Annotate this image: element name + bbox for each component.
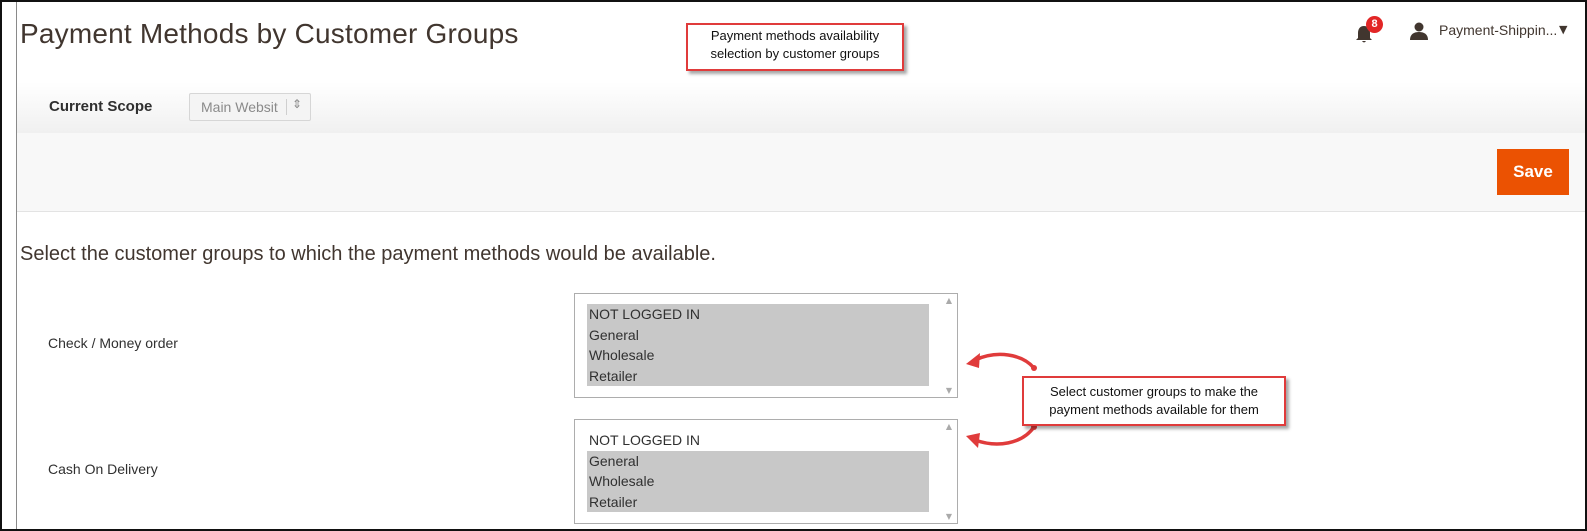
payment-method-label: Cash On Delivery <box>48 461 158 477</box>
option-list: NOT LOGGED IN General Wholesale Retailer <box>587 430 929 512</box>
scope-switcher[interactable]: Main Websit ⇕ <box>189 93 311 121</box>
option-general[interactable]: General <box>587 324 929 345</box>
option-list: NOT LOGGED IN General Wholesale Retailer <box>587 304 929 386</box>
callout-line: selection by customer groups <box>710 46 880 61</box>
updown-arrows-icon: ⇕ <box>292 97 303 111</box>
scrollbar[interactable]: ▲ ▼ <box>942 294 957 397</box>
annotation-callout-top: Payment methods availability selection b… <box>686 23 904 71</box>
scroll-up-icon[interactable]: ▲ <box>944 422 954 431</box>
option-wholesale[interactable]: Wholesale <box>587 345 929 366</box>
caret-down-icon[interactable]: ▼ <box>1559 23 1567 36</box>
notification-count-badge[interactable]: 8 <box>1366 16 1383 33</box>
callout-line: Select customer groups to make the <box>1049 384 1259 399</box>
payment-method-label: Check / Money order <box>48 335 178 351</box>
scope-label: Current Scope <box>49 98 153 115</box>
option-retailer[interactable]: Retailer <box>587 491 929 512</box>
scope-divider <box>286 99 287 115</box>
page-actions-bar <box>17 133 1585 212</box>
customer-groups-multiselect-cashondelivery[interactable]: NOT LOGGED IN General Wholesale Retailer… <box>574 419 958 524</box>
section-description: Select the customer groups to which the … <box>20 243 716 265</box>
user-icon[interactable] <box>1409 21 1429 41</box>
scope-selected-value: Main Websit <box>201 99 278 115</box>
save-button[interactable]: Save <box>1497 149 1569 195</box>
callout-line: Payment methods availability <box>710 28 880 43</box>
option-wholesale[interactable]: Wholesale <box>587 471 929 492</box>
scroll-up-icon[interactable]: ▲ <box>944 296 954 305</box>
annotation-callout-side: Select customer groups to make the payme… <box>1022 376 1286 426</box>
option-general[interactable]: General <box>587 450 929 471</box>
admin-user-name[interactable]: Payment-Shippin... <box>1439 22 1557 38</box>
scroll-down-icon[interactable]: ▼ <box>944 512 954 521</box>
page-title: Payment Methods by Customer Groups <box>20 18 519 49</box>
option-not-logged-in[interactable]: NOT LOGGED IN <box>587 430 929 451</box>
callout-line: payment methods available for them <box>1049 402 1259 417</box>
scrollbar[interactable]: ▲ ▼ <box>942 420 957 523</box>
screenshot-frame: Payment Methods by Customer Groups Payme… <box>0 0 1587 531</box>
scroll-down-icon[interactable]: ▼ <box>944 386 954 395</box>
option-not-logged-in[interactable]: NOT LOGGED IN <box>587 304 929 325</box>
option-retailer[interactable]: Retailer <box>587 365 929 386</box>
customer-groups-multiselect-checkmo[interactable]: NOT LOGGED IN General Wholesale Retailer… <box>574 293 958 398</box>
